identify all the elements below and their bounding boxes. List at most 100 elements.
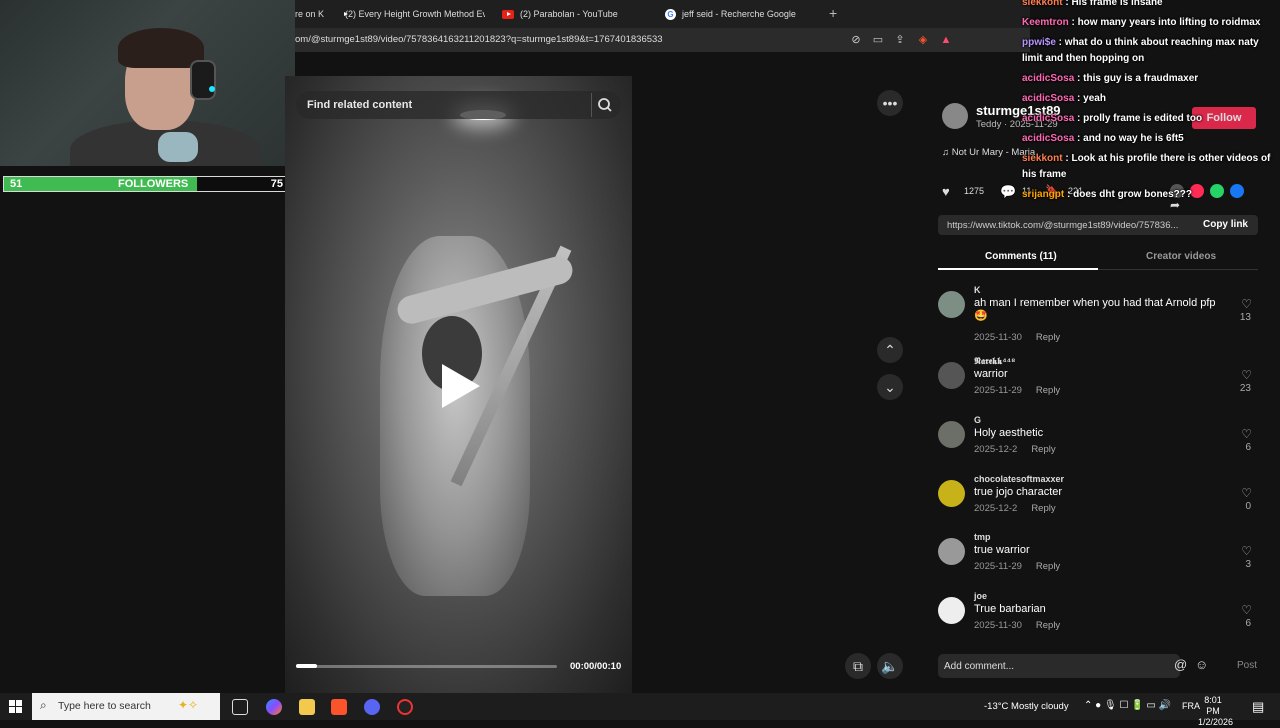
share-icon[interactable]: ⇪: [893, 33, 907, 47]
address-bar[interactable]: om/@sturmge1st89/video/75783641632112018…: [295, 28, 1030, 52]
commenter-name[interactable]: 𝕹𝖆𝖗𝖊𝖐𝖐⁴⁴⁸: [974, 356, 1015, 367]
chat-text: : His frame is insane: [1062, 0, 1163, 8]
webcam-overlay: [0, 0, 295, 166]
next-video-button[interactable]: ⌄: [877, 374, 903, 400]
windows-start-icon[interactable]: [9, 700, 22, 713]
chat-message: siekkont : His frame is insane: [1022, 0, 1280, 13]
copy-link-button[interactable]: Copy link: [1203, 219, 1248, 230]
taskbar-clock[interactable]: 8:01 PM 1/2/2026: [1198, 695, 1233, 728]
add-comment-bar: @ ☺ Post: [938, 654, 1258, 678]
commenter-avatar[interactable]: [938, 291, 965, 318]
browser-tab[interactable]: re on K: [295, 0, 325, 28]
copilot-icon[interactable]: [266, 699, 282, 715]
comment-icon[interactable]: 💬: [1000, 184, 1016, 200]
reply-button[interactable]: Reply: [1031, 444, 1055, 455]
video-progress-track[interactable]: [296, 665, 557, 668]
commenter-name[interactable]: joe: [974, 591, 987, 601]
more-options-icon[interactable]: •••: [877, 90, 903, 116]
chat-username[interactable]: siekkont: [1022, 0, 1063, 8]
commenter-name[interactable]: tmp: [974, 532, 991, 542]
stream-chat-overlay: siekkont : His frame is insane Keemtron :…: [1022, 0, 1280, 205]
comment-input[interactable]: [938, 654, 1180, 678]
reply-button[interactable]: Reply: [1036, 385, 1060, 396]
commenter-avatar[interactable]: [938, 421, 965, 448]
reply-button[interactable]: Reply: [1031, 503, 1055, 514]
comment-text: true warrior: [974, 544, 1030, 556]
chat-message: acidicSosa : this guy is a fraudmaxer: [1022, 69, 1280, 89]
related-search-box[interactable]: Find related content: [296, 91, 621, 119]
likes-count: 1275: [964, 186, 985, 196]
windows-taskbar: ⌕ Type here to search ✦✧ -13°C Mostly cl…: [0, 693, 1280, 727]
comment-like-icon[interactable]: ♡: [1241, 544, 1252, 558]
obs-icon[interactable]: [397, 699, 413, 715]
play-icon[interactable]: [442, 364, 480, 408]
pip-icon[interactable]: ⧉: [845, 653, 871, 679]
new-tab-button[interactable]: +: [829, 5, 837, 21]
search-icon[interactable]: [591, 93, 615, 117]
followers-label: FOLLOWERS: [118, 178, 189, 190]
comment-text: warrior: [974, 368, 1008, 380]
tab-comments[interactable]: Comments (11): [985, 251, 1057, 262]
chat-username[interactable]: Keemtron: [1022, 17, 1069, 28]
chat-username[interactable]: acidicSosa: [1022, 113, 1074, 124]
commenter-avatar[interactable]: [938, 597, 965, 624]
chat-message: siekkont : Look at his profile there is …: [1022, 149, 1280, 185]
heart-icon[interactable]: ♥: [942, 184, 950, 199]
commenter-name[interactable]: K: [974, 285, 981, 295]
related-search-input[interactable]: Find related content: [307, 99, 412, 111]
sparkle-icon: ✦✧: [178, 698, 199, 712]
url-text[interactable]: om/@sturmge1st89/video/75783641632112018…: [295, 34, 663, 45]
tab-creator-videos[interactable]: Creator videos: [1146, 251, 1216, 262]
chat-username[interactable]: srijangpt: [1022, 189, 1064, 200]
comment-like-icon[interactable]: ♡: [1241, 427, 1252, 441]
emoji-icon[interactable]: ☺: [1195, 657, 1208, 672]
browser-tab[interactable]: (2) Every Height Growth Method Eve: [339, 0, 485, 28]
no-tracking-icon[interactable]: ⊘: [849, 33, 863, 47]
chat-username[interactable]: ppwi$e: [1022, 37, 1056, 48]
comment-item: 𝕹𝖆𝖗𝖊𝖐𝖐⁴⁴⁸ warrior 2025-11-29 Reply ♡ 23: [938, 356, 1258, 412]
reply-button[interactable]: Reply: [1036, 332, 1060, 343]
chat-username[interactable]: acidicSosa: [1022, 133, 1074, 144]
task-view-icon[interactable]: [232, 699, 248, 715]
taskbar-search-box[interactable]: ⌕ Type here to search ✦✧: [32, 693, 220, 720]
comment-date: 2025-11-29: [974, 385, 1022, 396]
chat-username[interactable]: siekkont: [1022, 153, 1063, 164]
brave-browser-icon[interactable]: [331, 699, 347, 715]
comment-date: 2025-11-29: [974, 561, 1022, 572]
system-tray-icons[interactable]: ⌃ ● 🎙 ☐ 🔋 ▭ 🔊: [1084, 700, 1171, 711]
file-explorer-icon[interactable]: [299, 699, 315, 715]
video-link[interactable]: https://www.tiktok.com/@sturmge1st89/vid…: [947, 220, 1187, 231]
author-avatar[interactable]: [942, 103, 968, 129]
reply-button[interactable]: Reply: [1036, 561, 1060, 572]
reply-button[interactable]: Reply: [1036, 620, 1060, 631]
comment-like-icon[interactable]: ♡: [1241, 486, 1252, 500]
mention-icon[interactable]: @: [1174, 657, 1187, 672]
weather-widget[interactable]: -13°C Mostly cloudy: [984, 701, 1069, 712]
brave-shield-icon[interactable]: ◈: [916, 33, 930, 47]
browser-tab[interactable]: (2) Parabolan - YouTube: [502, 0, 642, 28]
comment-like-icon[interactable]: ♡: [1241, 603, 1252, 617]
notifications-icon[interactable]: ▤: [1252, 699, 1264, 715]
video-timecode: 00:00/00:10: [570, 661, 622, 672]
post-comment-button[interactable]: Post: [1237, 660, 1257, 671]
chat-username[interactable]: acidicSosa: [1022, 73, 1074, 84]
chat-username[interactable]: acidicSosa: [1022, 93, 1074, 104]
taskbar-search-input[interactable]: Type here to search: [58, 700, 151, 712]
comment-like-count: 3: [1245, 559, 1251, 570]
commenter-avatar[interactable]: [938, 480, 965, 507]
commenter-name[interactable]: chocolatesoftmaxxer: [974, 474, 1064, 484]
previous-video-button[interactable]: ⌃: [877, 337, 903, 363]
commenter-avatar[interactable]: [938, 538, 965, 565]
discord-icon[interactable]: [364, 699, 380, 715]
tab-label: (2) Parabolan - YouTube: [520, 9, 618, 19]
commenter-name[interactable]: G: [974, 415, 981, 425]
reader-mode-icon[interactable]: ▭: [871, 33, 885, 47]
browser-tab[interactable]: Gjeff seid - Recherche Google: [665, 0, 815, 28]
commenter-avatar[interactable]: [938, 362, 965, 389]
comment-like-icon[interactable]: ♡: [1241, 368, 1252, 382]
volume-icon[interactable]: 🔈: [877, 653, 903, 679]
comment-date: 2025-11-30: [974, 332, 1022, 343]
comment-like-icon[interactable]: ♡: [1241, 297, 1252, 311]
comment-text: ah man I remember when you had that Arno…: [974, 297, 1216, 322]
brave-rewards-icon[interactable]: ▲: [939, 33, 953, 47]
